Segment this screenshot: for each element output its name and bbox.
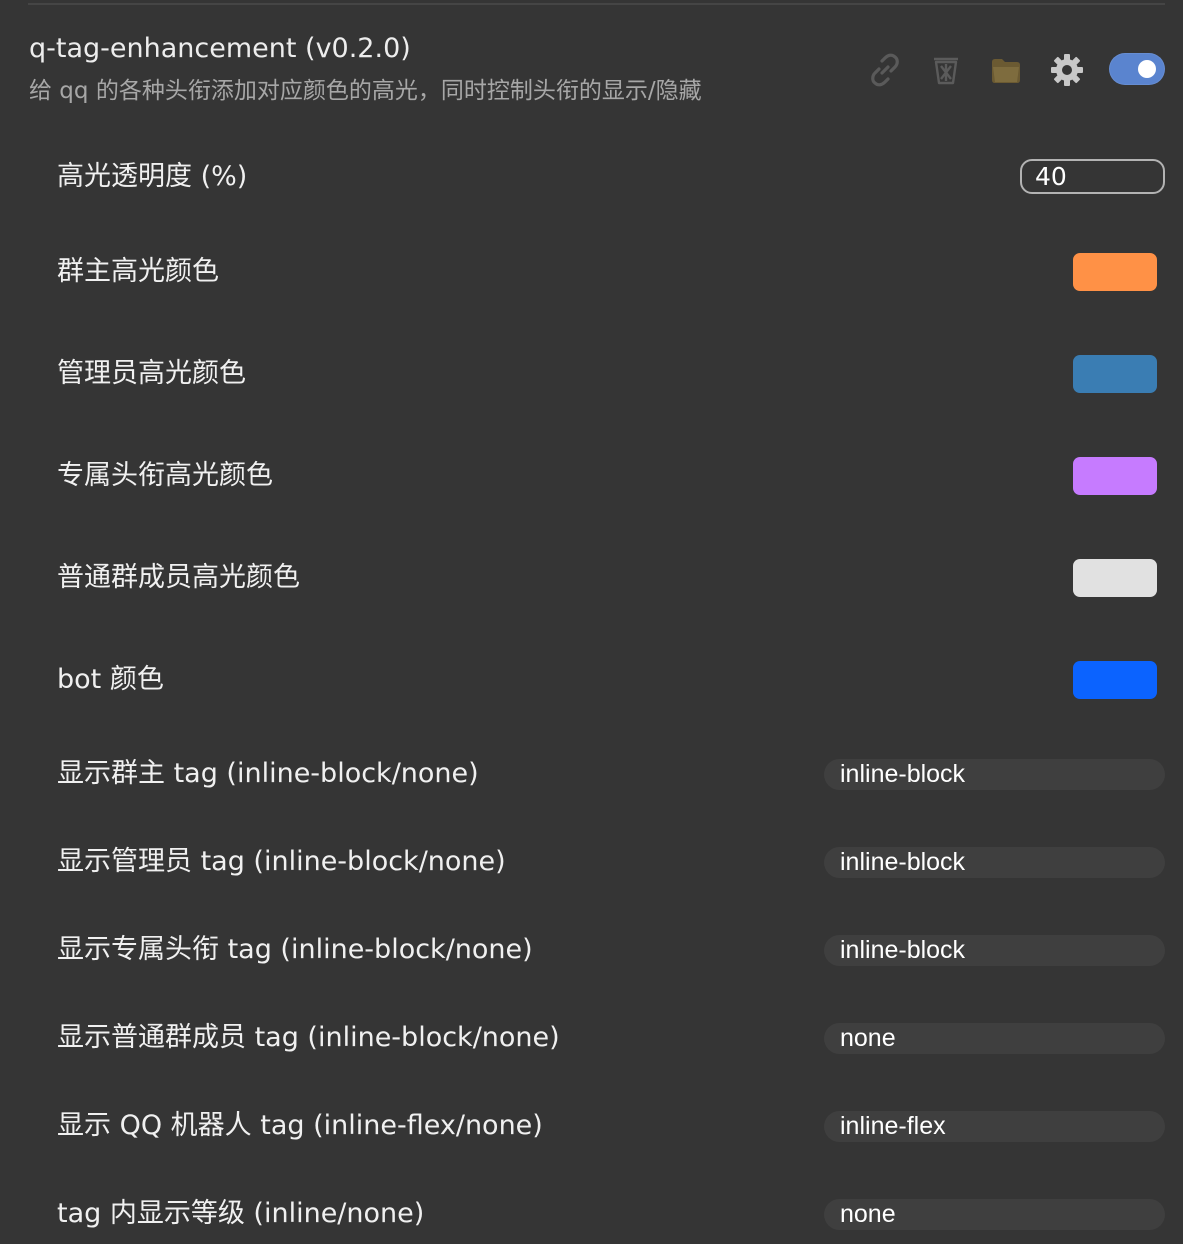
admin-color-picker[interactable] [1073, 355, 1157, 393]
setting-label-show-owner-tag: 显示群主 tag (inline-block/none) [57, 758, 479, 789]
show-title-tag-input[interactable]: inline-block [824, 935, 1165, 966]
link-icon[interactable] [867, 52, 903, 88]
setting-label-owner-color: 群主高光颜色 [57, 256, 219, 287]
plugin-actions [865, 48, 1165, 92]
highlight-opacity-input[interactable]: 40 [1020, 159, 1165, 194]
show-admin-tag-input[interactable]: inline-block [824, 847, 1165, 878]
setting-label-show-admin-tag: 显示管理员 tag (inline-block/none) [57, 846, 506, 877]
show-bot-tag-input[interactable]: inline-flex [824, 1111, 1165, 1142]
plugin-title: q-tag-enhancement (v0.2.0) [29, 33, 411, 64]
show-member-tag-input[interactable]: none [824, 1023, 1165, 1054]
gear-icon[interactable] [1049, 52, 1085, 88]
toggle-knob [1138, 60, 1156, 78]
top-divider [28, 3, 1165, 5]
setting-label-show-bot-tag: 显示 QQ 机器人 tag (inline-flex/none) [57, 1110, 543, 1141]
show-owner-tag-input[interactable]: inline-block [824, 759, 1165, 790]
bot-color-picker[interactable] [1073, 661, 1157, 699]
title-color-picker[interactable] [1073, 457, 1157, 495]
setting-label-show-member-tag: 显示普通群成员 tag (inline-block/none) [57, 1022, 560, 1053]
setting-label-show-level: tag 内显示等级 (inline/none) [57, 1198, 425, 1229]
setting-label-show-title-tag: 显示专属头衔 tag (inline-block/none) [57, 934, 533, 965]
setting-label-highlight-opacity: 高光透明度 (%) [57, 161, 248, 192]
owner-color-picker[interactable] [1073, 253, 1157, 291]
setting-label-bot-color: bot 颜色 [57, 664, 164, 695]
plugin-description: 给 qq 的各种头衔添加对应颜色的高光，同时控制头衔的显示/隐藏 [29, 78, 702, 104]
setting-label-admin-color: 管理员高光颜色 [57, 358, 246, 389]
setting-label-title-color: 专属头衔高光颜色 [57, 460, 273, 491]
folder-icon[interactable] [988, 52, 1024, 88]
plugin-enable-toggle[interactable] [1109, 53, 1165, 85]
trash-icon[interactable] [928, 52, 964, 88]
setting-label-member-color: 普通群成员高光颜色 [57, 562, 300, 593]
show-level-input[interactable]: none [824, 1199, 1165, 1230]
member-color-picker[interactable] [1073, 559, 1157, 597]
